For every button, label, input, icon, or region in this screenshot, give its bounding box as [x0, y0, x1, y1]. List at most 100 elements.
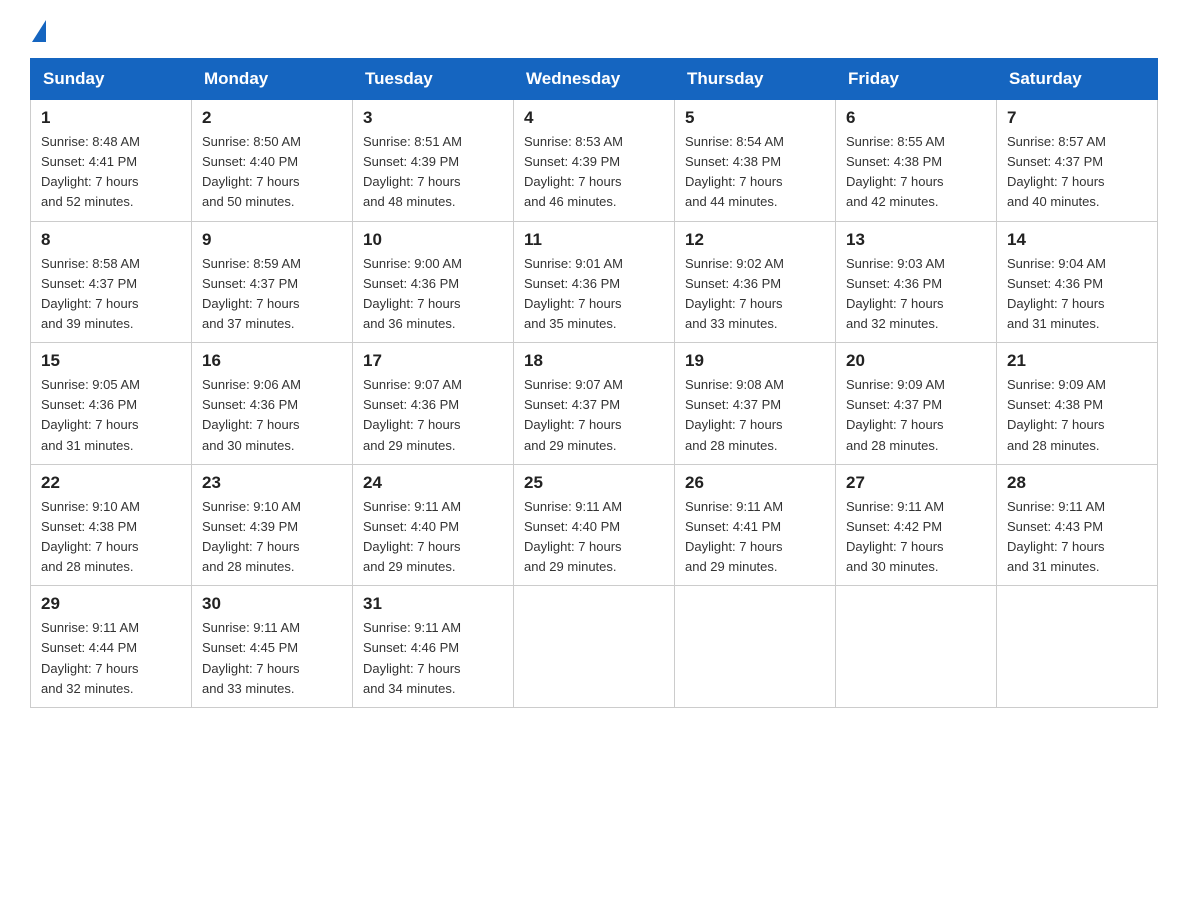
day-number: 11 — [524, 230, 664, 250]
calendar-cell: 29 Sunrise: 9:11 AM Sunset: 4:44 PM Dayl… — [31, 586, 192, 708]
calendar-cell: 18 Sunrise: 9:07 AM Sunset: 4:37 PM Dayl… — [514, 343, 675, 465]
day-number: 27 — [846, 473, 986, 493]
day-info: Sunrise: 9:03 AM Sunset: 4:36 PM Dayligh… — [846, 254, 986, 335]
calendar-cell — [514, 586, 675, 708]
day-number: 7 — [1007, 108, 1147, 128]
day-info: Sunrise: 9:09 AM Sunset: 4:37 PM Dayligh… — [846, 375, 986, 456]
day-number: 19 — [685, 351, 825, 371]
logo — [30, 20, 48, 38]
day-number: 25 — [524, 473, 664, 493]
day-info: Sunrise: 9:09 AM Sunset: 4:38 PM Dayligh… — [1007, 375, 1147, 456]
calendar-table: SundayMondayTuesdayWednesdayThursdayFrid… — [30, 58, 1158, 708]
calendar-header-row: SundayMondayTuesdayWednesdayThursdayFrid… — [31, 59, 1158, 100]
day-number: 3 — [363, 108, 503, 128]
calendar-week-row: 1 Sunrise: 8:48 AM Sunset: 4:41 PM Dayli… — [31, 100, 1158, 222]
day-number: 6 — [846, 108, 986, 128]
day-number: 26 — [685, 473, 825, 493]
day-number: 8 — [41, 230, 181, 250]
calendar-cell: 4 Sunrise: 8:53 AM Sunset: 4:39 PM Dayli… — [514, 100, 675, 222]
day-info: Sunrise: 9:00 AM Sunset: 4:36 PM Dayligh… — [363, 254, 503, 335]
calendar-cell: 27 Sunrise: 9:11 AM Sunset: 4:42 PM Dayl… — [836, 464, 997, 586]
day-info: Sunrise: 9:11 AM Sunset: 4:40 PM Dayligh… — [363, 497, 503, 578]
day-info: Sunrise: 9:11 AM Sunset: 4:43 PM Dayligh… — [1007, 497, 1147, 578]
day-info: Sunrise: 9:06 AM Sunset: 4:36 PM Dayligh… — [202, 375, 342, 456]
day-number: 28 — [1007, 473, 1147, 493]
day-number: 29 — [41, 594, 181, 614]
day-info: Sunrise: 8:48 AM Sunset: 4:41 PM Dayligh… — [41, 132, 181, 213]
day-number: 13 — [846, 230, 986, 250]
day-number: 17 — [363, 351, 503, 371]
day-info: Sunrise: 9:11 AM Sunset: 4:40 PM Dayligh… — [524, 497, 664, 578]
calendar-cell: 25 Sunrise: 9:11 AM Sunset: 4:40 PM Dayl… — [514, 464, 675, 586]
calendar-cell: 31 Sunrise: 9:11 AM Sunset: 4:46 PM Dayl… — [353, 586, 514, 708]
day-info: Sunrise: 9:11 AM Sunset: 4:44 PM Dayligh… — [41, 618, 181, 699]
calendar-cell: 2 Sunrise: 8:50 AM Sunset: 4:40 PM Dayli… — [192, 100, 353, 222]
calendar-week-row: 29 Sunrise: 9:11 AM Sunset: 4:44 PM Dayl… — [31, 586, 1158, 708]
calendar-cell: 7 Sunrise: 8:57 AM Sunset: 4:37 PM Dayli… — [997, 100, 1158, 222]
day-info: Sunrise: 8:59 AM Sunset: 4:37 PM Dayligh… — [202, 254, 342, 335]
day-info: Sunrise: 9:07 AM Sunset: 4:37 PM Dayligh… — [524, 375, 664, 456]
calendar-cell: 22 Sunrise: 9:10 AM Sunset: 4:38 PM Dayl… — [31, 464, 192, 586]
calendar-cell: 17 Sunrise: 9:07 AM Sunset: 4:36 PM Dayl… — [353, 343, 514, 465]
day-number: 21 — [1007, 351, 1147, 371]
day-info: Sunrise: 9:10 AM Sunset: 4:38 PM Dayligh… — [41, 497, 181, 578]
calendar-cell: 28 Sunrise: 9:11 AM Sunset: 4:43 PM Dayl… — [997, 464, 1158, 586]
calendar-cell: 11 Sunrise: 9:01 AM Sunset: 4:36 PM Dayl… — [514, 221, 675, 343]
calendar-cell: 9 Sunrise: 8:59 AM Sunset: 4:37 PM Dayli… — [192, 221, 353, 343]
day-info: Sunrise: 9:10 AM Sunset: 4:39 PM Dayligh… — [202, 497, 342, 578]
calendar-cell: 30 Sunrise: 9:11 AM Sunset: 4:45 PM Dayl… — [192, 586, 353, 708]
day-of-week-header: Sunday — [31, 59, 192, 100]
day-info: Sunrise: 9:11 AM Sunset: 4:42 PM Dayligh… — [846, 497, 986, 578]
day-number: 1 — [41, 108, 181, 128]
day-info: Sunrise: 8:54 AM Sunset: 4:38 PM Dayligh… — [685, 132, 825, 213]
day-info: Sunrise: 8:55 AM Sunset: 4:38 PM Dayligh… — [846, 132, 986, 213]
calendar-cell: 24 Sunrise: 9:11 AM Sunset: 4:40 PM Dayl… — [353, 464, 514, 586]
day-info: Sunrise: 9:11 AM Sunset: 4:41 PM Dayligh… — [685, 497, 825, 578]
calendar-cell — [997, 586, 1158, 708]
day-number: 9 — [202, 230, 342, 250]
logo-triangle-icon — [32, 20, 46, 42]
calendar-cell: 8 Sunrise: 8:58 AM Sunset: 4:37 PM Dayli… — [31, 221, 192, 343]
calendar-week-row: 8 Sunrise: 8:58 AM Sunset: 4:37 PM Dayli… — [31, 221, 1158, 343]
day-number: 2 — [202, 108, 342, 128]
day-of-week-header: Wednesday — [514, 59, 675, 100]
calendar-cell: 26 Sunrise: 9:11 AM Sunset: 4:41 PM Dayl… — [675, 464, 836, 586]
day-info: Sunrise: 8:57 AM Sunset: 4:37 PM Dayligh… — [1007, 132, 1147, 213]
day-info: Sunrise: 9:08 AM Sunset: 4:37 PM Dayligh… — [685, 375, 825, 456]
day-of-week-header: Monday — [192, 59, 353, 100]
calendar-week-row: 22 Sunrise: 9:10 AM Sunset: 4:38 PM Dayl… — [31, 464, 1158, 586]
day-number: 4 — [524, 108, 664, 128]
calendar-cell: 13 Sunrise: 9:03 AM Sunset: 4:36 PM Dayl… — [836, 221, 997, 343]
calendar-cell: 5 Sunrise: 8:54 AM Sunset: 4:38 PM Dayli… — [675, 100, 836, 222]
calendar-cell — [675, 586, 836, 708]
day-info: Sunrise: 8:58 AM Sunset: 4:37 PM Dayligh… — [41, 254, 181, 335]
day-number: 10 — [363, 230, 503, 250]
day-info: Sunrise: 9:04 AM Sunset: 4:36 PM Dayligh… — [1007, 254, 1147, 335]
calendar-cell: 16 Sunrise: 9:06 AM Sunset: 4:36 PM Dayl… — [192, 343, 353, 465]
calendar-week-row: 15 Sunrise: 9:05 AM Sunset: 4:36 PM Dayl… — [31, 343, 1158, 465]
day-info: Sunrise: 9:07 AM Sunset: 4:36 PM Dayligh… — [363, 375, 503, 456]
day-info: Sunrise: 9:11 AM Sunset: 4:46 PM Dayligh… — [363, 618, 503, 699]
calendar-cell: 14 Sunrise: 9:04 AM Sunset: 4:36 PM Dayl… — [997, 221, 1158, 343]
calendar-cell: 20 Sunrise: 9:09 AM Sunset: 4:37 PM Dayl… — [836, 343, 997, 465]
day-number: 12 — [685, 230, 825, 250]
calendar-cell — [836, 586, 997, 708]
day-info: Sunrise: 9:11 AM Sunset: 4:45 PM Dayligh… — [202, 618, 342, 699]
day-number: 16 — [202, 351, 342, 371]
day-number: 30 — [202, 594, 342, 614]
day-number: 31 — [363, 594, 503, 614]
day-info: Sunrise: 8:53 AM Sunset: 4:39 PM Dayligh… — [524, 132, 664, 213]
calendar-cell: 3 Sunrise: 8:51 AM Sunset: 4:39 PM Dayli… — [353, 100, 514, 222]
calendar-cell: 15 Sunrise: 9:05 AM Sunset: 4:36 PM Dayl… — [31, 343, 192, 465]
calendar-cell: 19 Sunrise: 9:08 AM Sunset: 4:37 PM Dayl… — [675, 343, 836, 465]
day-of-week-header: Friday — [836, 59, 997, 100]
day-of-week-header: Thursday — [675, 59, 836, 100]
calendar-cell: 6 Sunrise: 8:55 AM Sunset: 4:38 PM Dayli… — [836, 100, 997, 222]
day-number: 18 — [524, 351, 664, 371]
day-info: Sunrise: 9:05 AM Sunset: 4:36 PM Dayligh… — [41, 375, 181, 456]
day-of-week-header: Tuesday — [353, 59, 514, 100]
calendar-cell: 23 Sunrise: 9:10 AM Sunset: 4:39 PM Dayl… — [192, 464, 353, 586]
calendar-cell: 1 Sunrise: 8:48 AM Sunset: 4:41 PM Dayli… — [31, 100, 192, 222]
day-number: 23 — [202, 473, 342, 493]
page-header — [30, 20, 1158, 38]
